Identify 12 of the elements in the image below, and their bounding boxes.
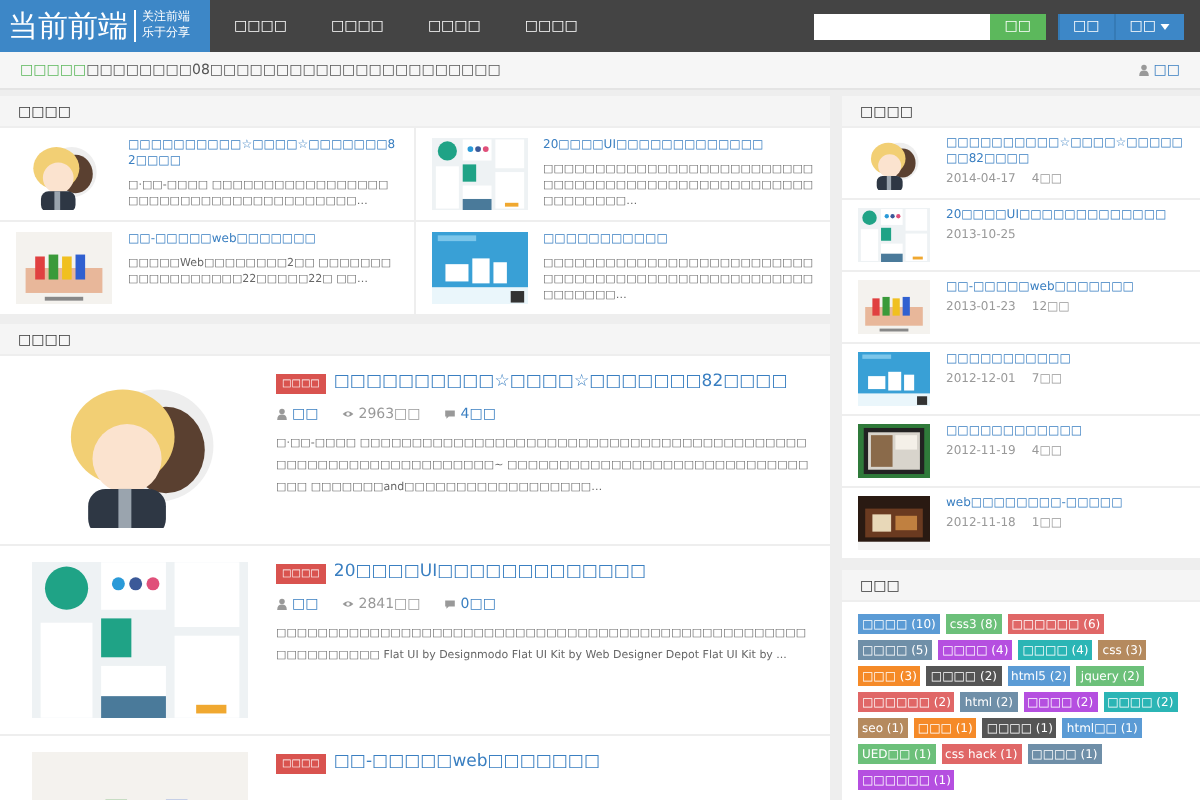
search-field[interactable] <box>814 13 991 39</box>
comment-icon <box>444 408 457 420</box>
user-icon <box>276 598 288 610</box>
user-icon <box>276 408 288 420</box>
eye-icon <box>342 408 355 420</box>
article-title[interactable]: 20□□□□UI□□□□□□□□□□□□□ <box>333 562 646 584</box>
user-icon <box>1137 64 1150 76</box>
article-title[interactable]: □□□□□□□□□□☆□□□□☆□□□□□□□82□□□□ <box>333 372 788 394</box>
eye-icon <box>342 598 355 610</box>
article-title[interactable]: □□-□□□□□web□□□□□□□ <box>333 752 600 774</box>
comment-icon <box>444 598 457 610</box>
caret-icon <box>1160 23 1170 29</box>
